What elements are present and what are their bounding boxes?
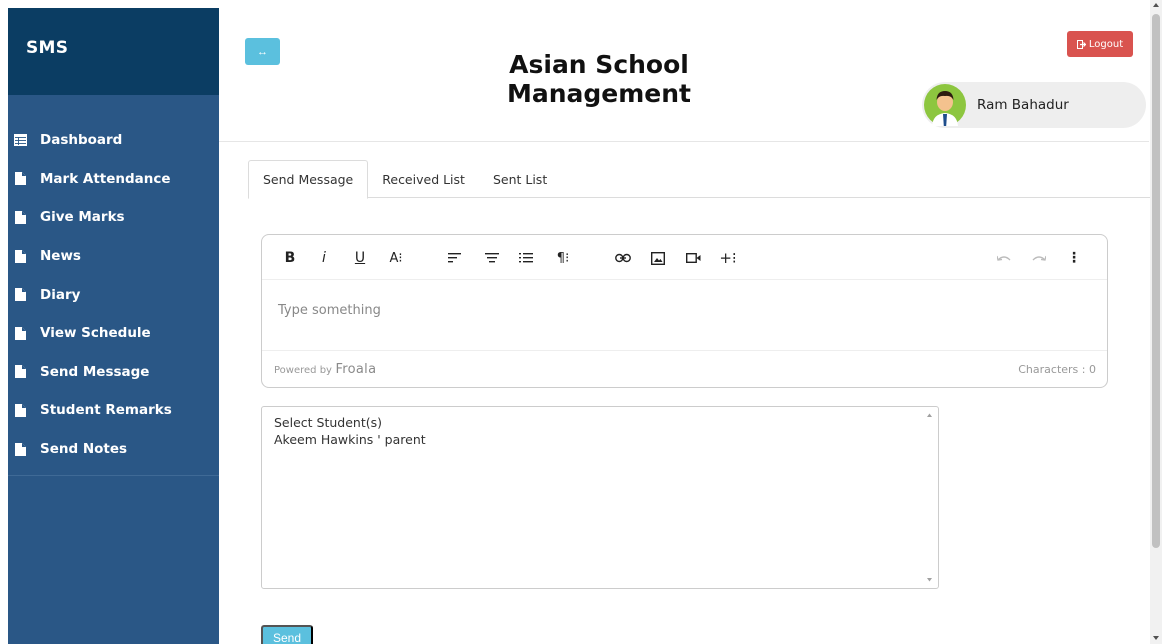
redo-icon[interactable]	[1030, 247, 1048, 269]
scroll-down-icon[interactable]	[1153, 636, 1159, 640]
sidebar-divider	[8, 475, 219, 476]
file-icon	[13, 326, 27, 340]
sidebar-item-dashboard[interactable]: Dashboard	[8, 121, 219, 160]
file-icon	[13, 365, 27, 379]
select-scrollbar[interactable]	[921, 407, 938, 588]
file-icon	[13, 403, 27, 417]
message-editor: B i U A⁝ ¶⁝ +⁝ ⋮ Type something Powered …	[261, 234, 1108, 388]
header: ↔ Asian School Management Logout Ram Bah…	[219, 18, 1149, 142]
user-name: Ram Bahadur	[977, 97, 1069, 113]
sidebar-item-mark-attendance[interactable]: Mark Attendance	[8, 160, 219, 199]
sidebar-toggle-button[interactable]: ↔	[245, 38, 280, 65]
top-strip	[0, 0, 1162, 8]
brand-label[interactable]: SMS	[26, 38, 68, 58]
undo-icon[interactable]	[995, 247, 1013, 269]
send-button[interactable]: Send	[261, 625, 313, 644]
font-size-button[interactable]: A⁝	[385, 247, 407, 269]
file-icon	[13, 210, 27, 224]
sidebar-item-send-message[interactable]: Send Message	[8, 353, 219, 392]
page-title: Asian School Management	[506, 50, 692, 108]
paragraph-style-button[interactable]: ¶⁝	[552, 247, 574, 269]
left-strip	[0, 0, 8, 644]
student-select[interactable]: Select Student(s) Akeem Hawkins ' parent	[261, 406, 939, 589]
file-icon	[13, 172, 27, 186]
sidebar-item-label: Mark Attendance	[40, 170, 171, 187]
link-icon[interactable]	[613, 247, 633, 269]
select-option-student[interactable]: Akeem Hawkins ' parent	[274, 431, 926, 448]
powered-by-label: Powered by	[274, 364, 332, 376]
file-icon	[13, 442, 27, 456]
sidebar-item-label: Give Marks	[40, 209, 125, 226]
scroll-arrows-icon	[927, 413, 932, 582]
image-icon[interactable]	[649, 247, 667, 269]
bold-button[interactable]: B	[282, 247, 298, 269]
logout-label: Logout	[1088, 38, 1124, 50]
powered-by: Powered by Froala	[274, 362, 376, 377]
align-left-icon[interactable]	[446, 247, 464, 269]
sidebar-item-label: News	[40, 248, 81, 265]
logout-button[interactable]: Logout	[1067, 31, 1133, 57]
sidebar-item-view-schedule[interactable]: View Schedule	[8, 314, 219, 353]
insert-more-button[interactable]: +⁝	[717, 247, 739, 269]
sidebar-item-student-remarks[interactable]: Student Remarks	[8, 391, 219, 430]
froala-logo[interactable]: Froala	[335, 362, 376, 377]
sidebar-item-label: Dashboard	[40, 132, 123, 149]
select-option-placeholder[interactable]: Select Student(s)	[274, 414, 926, 431]
sign-out-icon	[1076, 39, 1086, 49]
sidebar-item-label: Send Message	[40, 363, 150, 380]
editor-footer: Powered by Froala Characters : 0	[262, 350, 1107, 387]
more-options-button[interactable]: ⋮	[1067, 247, 1081, 269]
underline-button[interactable]: U	[352, 247, 368, 269]
italic-button[interactable]: i	[317, 247, 331, 269]
file-icon	[13, 249, 27, 263]
sidebar-item-send-notes[interactable]: Send Notes	[8, 430, 219, 469]
sidebar-item-diary[interactable]: Diary	[8, 275, 219, 314]
editor-toolbar: B i U A⁝ ¶⁝ +⁝ ⋮	[262, 235, 1107, 280]
tab-send-message[interactable]: Send Message	[248, 160, 369, 199]
character-count: Characters : 0	[1018, 362, 1096, 376]
sidebar-item-label: Diary	[40, 286, 81, 303]
user-chip[interactable]: Ram Bahadur	[922, 82, 1146, 128]
brand: SMS	[8, 8, 219, 95]
avatar	[924, 84, 966, 126]
editor-content-area[interactable]: Type something	[262, 280, 1107, 350]
table-icon	[13, 133, 27, 147]
page-scrollbar[interactable]	[1150, 0, 1162, 644]
sidebar-item-label: Student Remarks	[40, 402, 172, 419]
paragraph-format-icon[interactable]	[483, 247, 501, 269]
file-icon	[13, 288, 27, 302]
tab-received-list[interactable]: Received List	[368, 160, 479, 198]
sidebar-nav: Dashboard Mark Attendance Give Marks New…	[8, 95, 219, 468]
editor-placeholder: Type something	[278, 303, 381, 318]
scroll-up-icon[interactable]	[1153, 3, 1159, 7]
sidebar-item-label: View Schedule	[40, 325, 151, 342]
scrollbar-thumb[interactable]	[1152, 14, 1160, 548]
ordered-list-icon[interactable]	[517, 247, 535, 269]
tab-sent-list[interactable]: Sent List	[479, 160, 561, 198]
sidebar: SMS Dashboard Mark Attendance Give Marks…	[8, 8, 219, 644]
video-icon[interactable]	[684, 247, 702, 269]
sidebar-item-news[interactable]: News	[8, 237, 219, 276]
sidebar-item-give-marks[interactable]: Give Marks	[8, 198, 219, 237]
message-tabs: Send Message Received List Sent List	[248, 160, 1150, 199]
sidebar-item-label: Send Notes	[40, 441, 128, 458]
